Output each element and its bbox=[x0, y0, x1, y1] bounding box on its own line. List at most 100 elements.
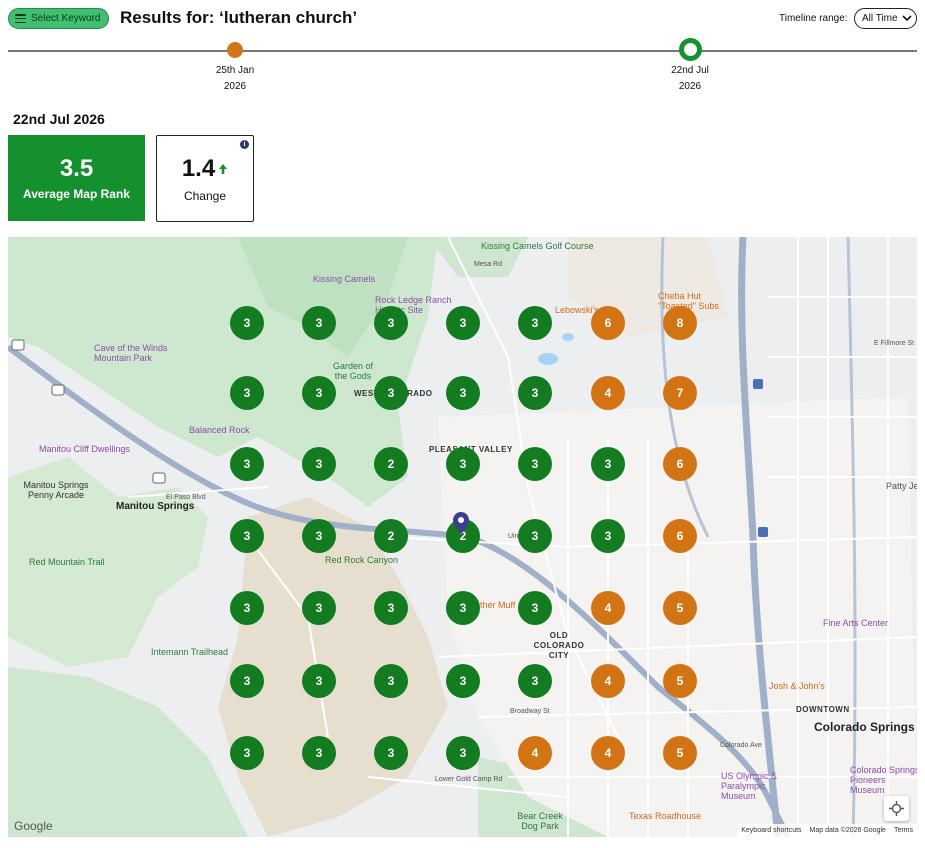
rank-marker[interactable]: 3 bbox=[302, 591, 336, 625]
rank-marker[interactable]: 3 bbox=[518, 591, 552, 625]
rank-marker[interactable]: 3 bbox=[591, 519, 625, 553]
rank-marker[interactable]: 3 bbox=[302, 306, 336, 340]
rank-marker[interactable]: 3 bbox=[230, 519, 264, 553]
rank-marker[interactable]: 8 bbox=[663, 306, 697, 340]
location-pin-icon[interactable] bbox=[453, 512, 469, 534]
chevron-down-icon bbox=[901, 15, 912, 22]
google-logo: Google bbox=[14, 819, 53, 833]
map-label-intemann: Intemann Trailhead bbox=[151, 647, 229, 657]
rank-marker[interactable]: 3 bbox=[302, 736, 336, 770]
rank-marker[interactable]: 6 bbox=[663, 519, 697, 553]
rank-marker[interactable]: 3 bbox=[302, 664, 336, 698]
locate-button[interactable] bbox=[884, 796, 909, 821]
timeline-point-jan[interactable] bbox=[227, 42, 243, 58]
arrow-up-icon bbox=[219, 163, 228, 174]
crosshair-icon bbox=[889, 801, 904, 816]
rank-marker[interactable]: 6 bbox=[591, 306, 625, 340]
rank-marker[interactable]: 3 bbox=[446, 664, 480, 698]
rank-marker[interactable]: 2 bbox=[374, 447, 408, 481]
rank-marker[interactable]: 3 bbox=[230, 306, 264, 340]
map-label-golf: Kissing Camels Golf Course bbox=[481, 241, 594, 251]
rank-marker[interactable]: 4 bbox=[591, 736, 625, 770]
map-label-manitou-arcade: Manitou Springs Penny Arcade bbox=[23, 480, 89, 500]
timeline-range-select[interactable]: All Time bbox=[854, 8, 917, 29]
map-label-restaurant: ther Muff bbox=[480, 600, 516, 610]
map-label-lebowski: Lebowski's bbox=[555, 305, 599, 315]
info-icon[interactable]: i bbox=[240, 140, 249, 149]
timeline-range-label: Timeline range: bbox=[779, 13, 848, 24]
map-attribution: Keyboard shortcuts Map data ©2026 Google… bbox=[737, 824, 917, 837]
map-label-mesa-rd: Mesa Rd bbox=[474, 261, 503, 268]
map-label-manitou-cliff: Manitou Cliff Dwellings bbox=[39, 444, 130, 454]
rank-marker[interactable]: 4 bbox=[591, 591, 625, 625]
rank-marker[interactable]: 3 bbox=[446, 736, 480, 770]
select-keyword-button[interactable]: Select Keyword bbox=[8, 8, 109, 29]
rank-marker[interactable]: 3 bbox=[230, 591, 264, 625]
rank-marker[interactable]: 3 bbox=[446, 447, 480, 481]
terms-link[interactable]: Terms bbox=[894, 827, 913, 834]
timeline-point-jul[interactable] bbox=[679, 38, 702, 61]
map-label-texas-roadhouse: Texas Roadhouse bbox=[629, 811, 702, 821]
rank-marker[interactable]: 3 bbox=[302, 447, 336, 481]
map-label-colorado-ave: Colorado Ave bbox=[720, 742, 762, 749]
map-data-text: Map data ©2026 Google bbox=[809, 827, 886, 834]
rank-marker[interactable]: 3 bbox=[518, 664, 552, 698]
menu-icon bbox=[15, 14, 26, 23]
average-rank-label: Average Map Rank bbox=[23, 187, 130, 201]
map-label-us-olympic: US Olympic & Paralympic Museum bbox=[721, 771, 778, 801]
rank-marker[interactable]: 3 bbox=[374, 376, 408, 410]
rank-map[interactable]: Kissing Camels Golf Course Kissing Camel… bbox=[8, 237, 917, 837]
rank-marker[interactable]: 3 bbox=[446, 591, 480, 625]
change-label: Change bbox=[183, 188, 227, 203]
rank-marker[interactable]: 6 bbox=[663, 447, 697, 481]
rank-marker[interactable]: 5 bbox=[663, 591, 697, 625]
rank-marker[interactable]: 3 bbox=[518, 376, 552, 410]
map-label-bear-creek: Bear Creek Dog Park bbox=[517, 811, 563, 831]
rank-marker[interactable]: 3 bbox=[446, 376, 480, 410]
rank-marker[interactable]: 3 bbox=[302, 519, 336, 553]
rank-marker[interactable]: 3 bbox=[230, 447, 264, 481]
average-rank-card: 3.5 Average Map Rank bbox=[8, 135, 145, 221]
rank-marker[interactable]: 3 bbox=[374, 664, 408, 698]
map-label-cave-winds: Cave of the Winds Mountain Park bbox=[94, 343, 168, 363]
rank-marker[interactable]: 3 bbox=[374, 591, 408, 625]
rank-marker[interactable]: 3 bbox=[374, 306, 408, 340]
rank-marker[interactable]: 3 bbox=[518, 519, 552, 553]
select-keyword-label: Select Keyword bbox=[31, 13, 101, 24]
rank-marker[interactable]: 4 bbox=[591, 376, 625, 410]
selected-date: 22nd Jul 2026 bbox=[13, 111, 105, 127]
map-label-colorado-springs: Colorado Springs bbox=[814, 720, 915, 734]
map-label-josh-johns: Josh & John's bbox=[769, 681, 825, 691]
rank-marker[interactable]: 2 bbox=[374, 519, 408, 553]
map-label-balanced-rock: Balanced Rock bbox=[189, 425, 250, 435]
rank-marker[interactable]: 3 bbox=[591, 447, 625, 481]
rank-marker[interactable]: 3 bbox=[230, 736, 264, 770]
rank-marker[interactable]: 3 bbox=[374, 736, 408, 770]
page-title: Results for: ‘lutheran church’ bbox=[120, 8, 358, 27]
map-label-manitou-springs: Manitou Springs bbox=[116, 501, 195, 512]
map-label-broadway: Broadway St bbox=[510, 708, 550, 715]
timeline-range-value: All Time bbox=[862, 13, 898, 24]
rank-marker[interactable]: 3 bbox=[302, 376, 336, 410]
map-label-patty: Patty Je bbox=[886, 481, 917, 491]
rank-marker[interactable]: 3 bbox=[518, 447, 552, 481]
rank-marker[interactable]: 5 bbox=[663, 736, 697, 770]
keyboard-shortcuts-link[interactable]: Keyboard shortcuts bbox=[741, 827, 801, 834]
map-label-red-mountain: Red Mountain Trail bbox=[29, 557, 105, 567]
rank-marker[interactable]: 4 bbox=[591, 664, 625, 698]
map-label-fillmore: E Fillmore St bbox=[874, 340, 915, 347]
map-label-el-paso: El Paso Blvd bbox=[166, 494, 206, 501]
rank-marker[interactable]: 3 bbox=[518, 306, 552, 340]
rank-marker[interactable]: 5 bbox=[663, 664, 697, 698]
rank-marker[interactable]: 4 bbox=[518, 736, 552, 770]
map-label-garden-gods: Garden of the Gods bbox=[332, 361, 374, 381]
rank-marker[interactable]: 7 bbox=[663, 376, 697, 410]
rank-marker[interactable]: 3 bbox=[230, 664, 264, 698]
timeline-track bbox=[8, 50, 917, 52]
timeline-label-jan: 25th Jan 2026 bbox=[215, 65, 255, 92]
rank-marker[interactable]: 3 bbox=[230, 376, 264, 410]
map-label-downtown: DOWNTOWN bbox=[796, 705, 850, 714]
rank-marker[interactable]: 3 bbox=[446, 306, 480, 340]
map-label-cheba-hut: Cheba Hut "Toasted" Subs bbox=[658, 291, 719, 311]
map-label-old-colorado: OLD COLORADO CITY bbox=[533, 631, 585, 660]
